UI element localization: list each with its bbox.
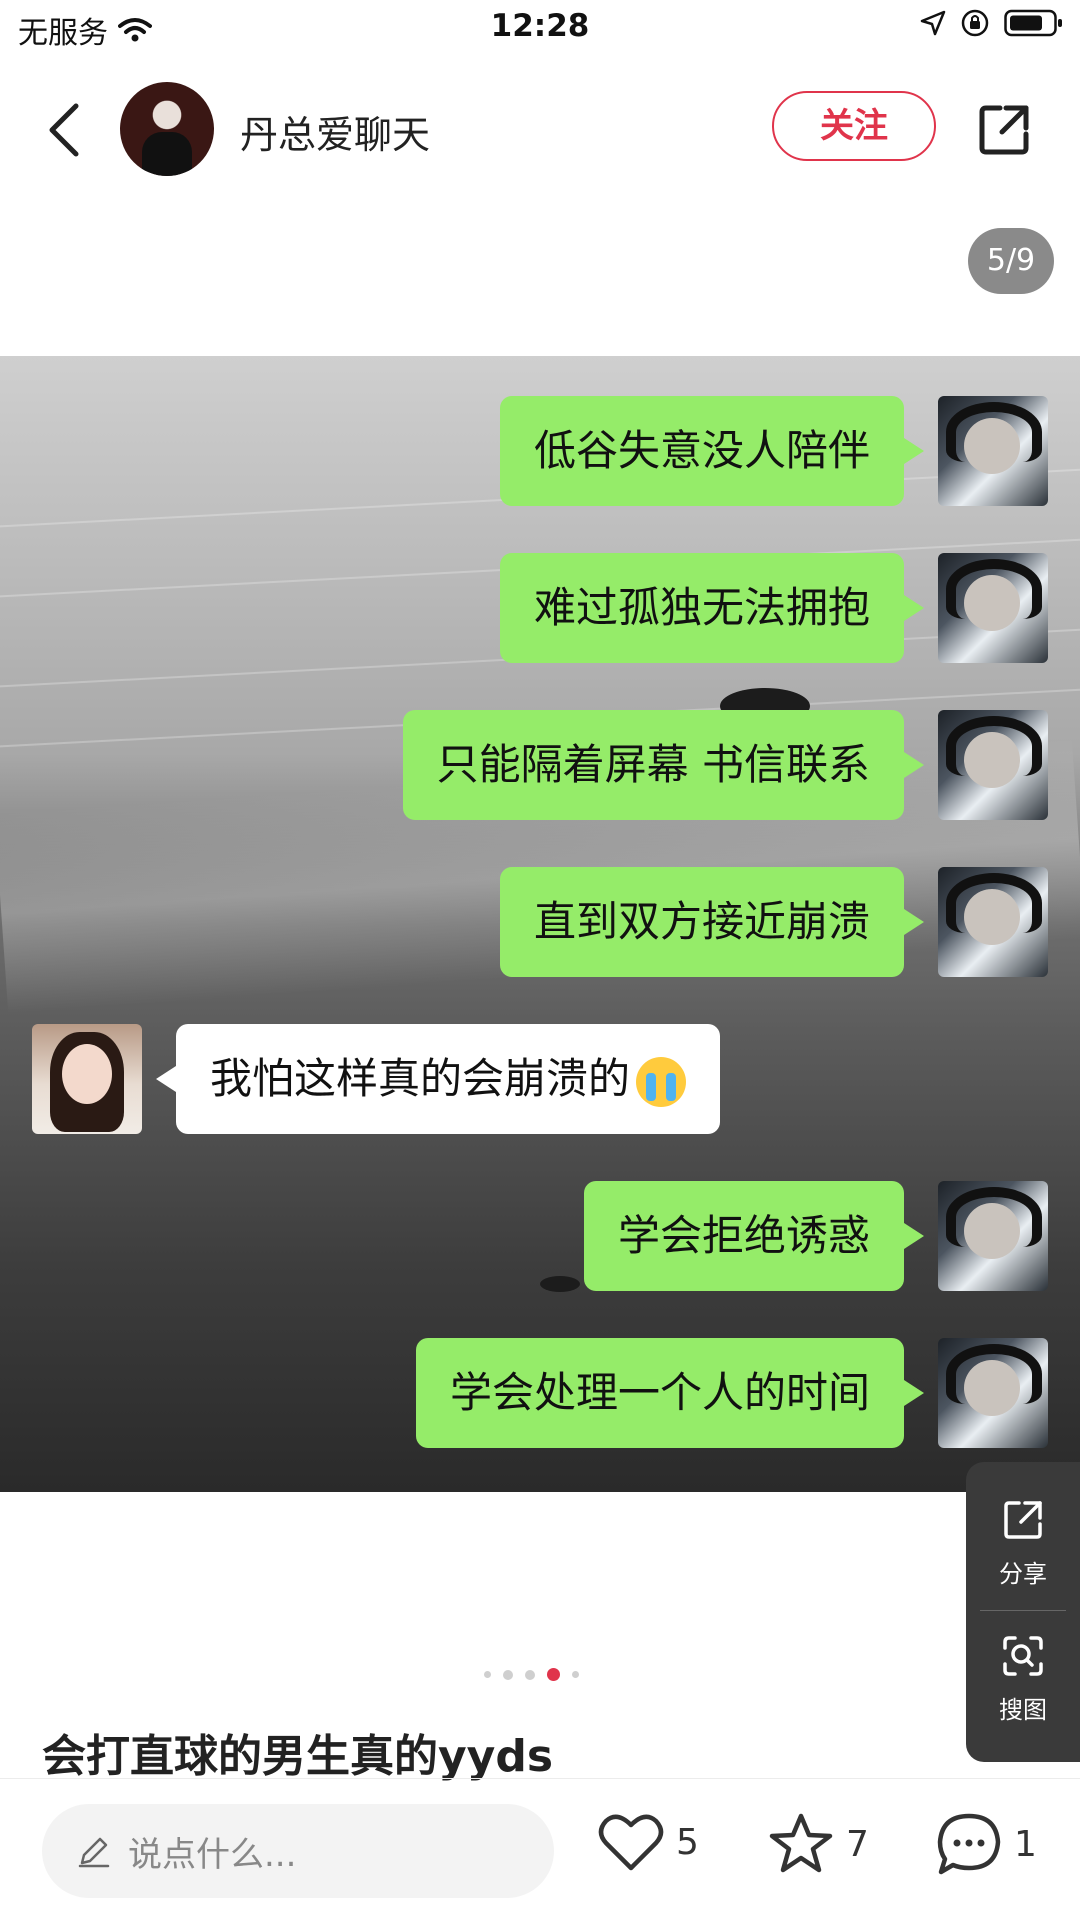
share-icon [979, 105, 1029, 155]
status-right [920, 8, 1064, 38]
chat-message: 只能隔着屏幕 书信联系 [0, 710, 1080, 820]
comment-input[interactable]: 说点什么... [42, 1804, 554, 1898]
chat-bubble: 难过孤独无法拥抱 [499, 553, 925, 663]
chat-message: 学会处理一个人的时间 [0, 1338, 1080, 1448]
author-avatar[interactable] [120, 82, 214, 176]
divider [0, 1778, 1080, 1779]
image-search-icon [1003, 1636, 1043, 1676]
chat-bubble-text: 我怕这样真的会崩溃的 [210, 1054, 631, 1103]
status-bar: 无服务 12:28 [0, 0, 1080, 56]
chat-bubble: 学会拒绝诱惑 [583, 1181, 925, 1291]
chat-message: 难过孤独无法拥抱 [0, 553, 1080, 663]
like-count: 5 [676, 1821, 699, 1863]
carousel-dot[interactable] [503, 1669, 513, 1680]
chat-avatar [938, 1181, 1048, 1291]
chat-message: 低谷失意没人陪伴 [0, 396, 1080, 506]
chat-message: 我怕这样真的会崩溃的 [0, 1024, 1080, 1134]
battery-icon [1004, 9, 1062, 37]
chat-avatar [32, 1024, 142, 1134]
side-divider [980, 1610, 1066, 1611]
carousel-dot[interactable] [525, 1669, 535, 1680]
heart-icon [598, 1814, 664, 1871]
comment-button[interactable]: 1 [936, 1812, 1037, 1876]
search-image-button[interactable]: 搜图 [966, 1634, 1080, 1725]
carousel-dot[interactable] [484, 1671, 491, 1678]
post-image[interactable]: 低谷失意没人陪伴 难过孤独无法拥抱 只能隔着屏幕 书信联系 直到双方接近崩溃 我… [0, 356, 1080, 1492]
chat-bubble: 直到双方接近崩溃 [499, 867, 925, 977]
favorite-count: 7 [846, 1823, 869, 1865]
carousel-dot-active[interactable] [547, 1668, 560, 1681]
search-image-label: 搜图 [999, 1696, 1047, 1724]
crying-emoji-icon [636, 1056, 687, 1107]
back-button[interactable] [40, 100, 88, 160]
status-time: 12:28 [490, 8, 590, 44]
chat-avatar [938, 710, 1048, 820]
rotation-lock-icon [961, 9, 989, 37]
chevron-left-icon [49, 103, 79, 157]
chat-message: 直到双方接近崩溃 [0, 867, 1080, 977]
side-share-label: 分享 [999, 1560, 1047, 1588]
comment-placeholder: 说点什么... [128, 1834, 297, 1875]
carousel-dots [484, 1668, 579, 1681]
like-button[interactable]: 5 [598, 1812, 699, 1872]
post-title: 会打直球的男生真的yyds [42, 1731, 554, 1782]
share-icon [1004, 1501, 1042, 1539]
floating-action-panel: 分享 搜图 [966, 1462, 1080, 1762]
carousel-dot[interactable] [572, 1671, 579, 1678]
chat-bubble: 我怕这样真的会崩溃的 [155, 1024, 721, 1134]
location-arrow-icon [920, 10, 946, 36]
follow-button[interactable]: 关注 [772, 91, 936, 161]
comment-count: 1 [1014, 1823, 1037, 1865]
chat-avatar [938, 396, 1048, 506]
star-icon [769, 1813, 833, 1873]
chat-bubble: 只能隔着屏幕 书信联系 [402, 710, 925, 820]
chat-avatar [938, 1338, 1048, 1448]
chat-bubble: 低谷失意没人陪伴 [499, 396, 925, 506]
side-share-button[interactable]: 分享 [966, 1498, 1080, 1589]
chat-message: 学会拒绝诱惑 [0, 1181, 1080, 1291]
image-page-indicator: 5/9 [968, 228, 1054, 294]
post-header: 丹总爱聊天 关注 [0, 78, 1080, 182]
bottom-action-bar: 说点什么... 5 7 1 [0, 1790, 1080, 1910]
chat-bubble: 学会处理一个人的时间 [415, 1338, 925, 1448]
pencil-icon [78, 1837, 110, 1868]
share-button[interactable] [976, 102, 1032, 158]
comment-bubble-icon [937, 1813, 1001, 1875]
favorite-button[interactable]: 7 [768, 1812, 869, 1876]
chat-avatar [938, 867, 1048, 977]
author-name[interactable]: 丹总爱聊天 [240, 104, 430, 159]
chat-avatar [938, 553, 1048, 663]
